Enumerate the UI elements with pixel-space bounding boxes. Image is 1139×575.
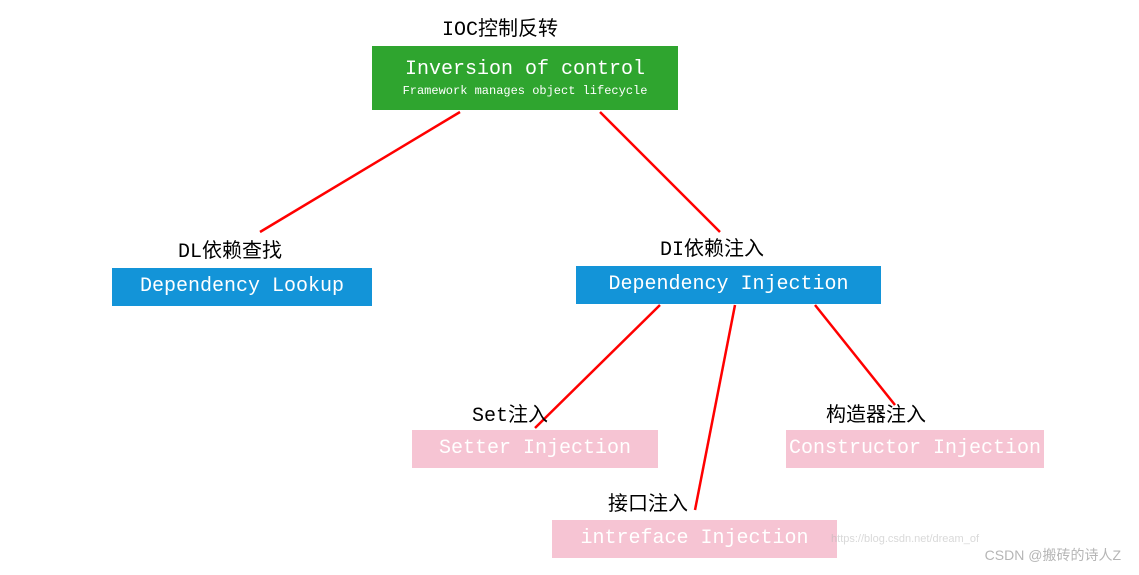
watermark: CSDN @搬砖的诗人Z [985, 545, 1121, 565]
root-box-title: Inversion of control [405, 56, 645, 84]
interface-box-title: intreface Injection [580, 525, 808, 553]
interface-label: 接口注入 [608, 487, 688, 517]
di-box-title: Dependency Injection [608, 271, 848, 299]
setter-box-title: Setter Injection [439, 435, 631, 463]
root-box: Inversion of control Framework manages o… [372, 46, 678, 110]
setter-box: Setter Injection [412, 430, 658, 468]
constructor-label: 构造器注入 [826, 398, 926, 428]
dl-box-title: Dependency Lookup [140, 273, 344, 301]
dl-box: Dependency Lookup [112, 268, 372, 306]
interface-box: intreface Injection [552, 520, 837, 558]
constructor-box: Constructor Injection [786, 430, 1044, 468]
di-box: Dependency Injection [576, 266, 881, 304]
dl-label: DL依赖查找 [178, 234, 282, 264]
di-label: DI依赖注入 [660, 232, 764, 262]
setter-label: Set注入 [472, 398, 548, 428]
root-label: IOC控制反转 [442, 12, 558, 42]
root-box-subtitle: Framework manages object lifecycle [403, 84, 648, 100]
watermark-url: https://blog.csdn.net/dream_of [831, 533, 979, 545]
constructor-box-title: Constructor Injection [789, 435, 1041, 463]
